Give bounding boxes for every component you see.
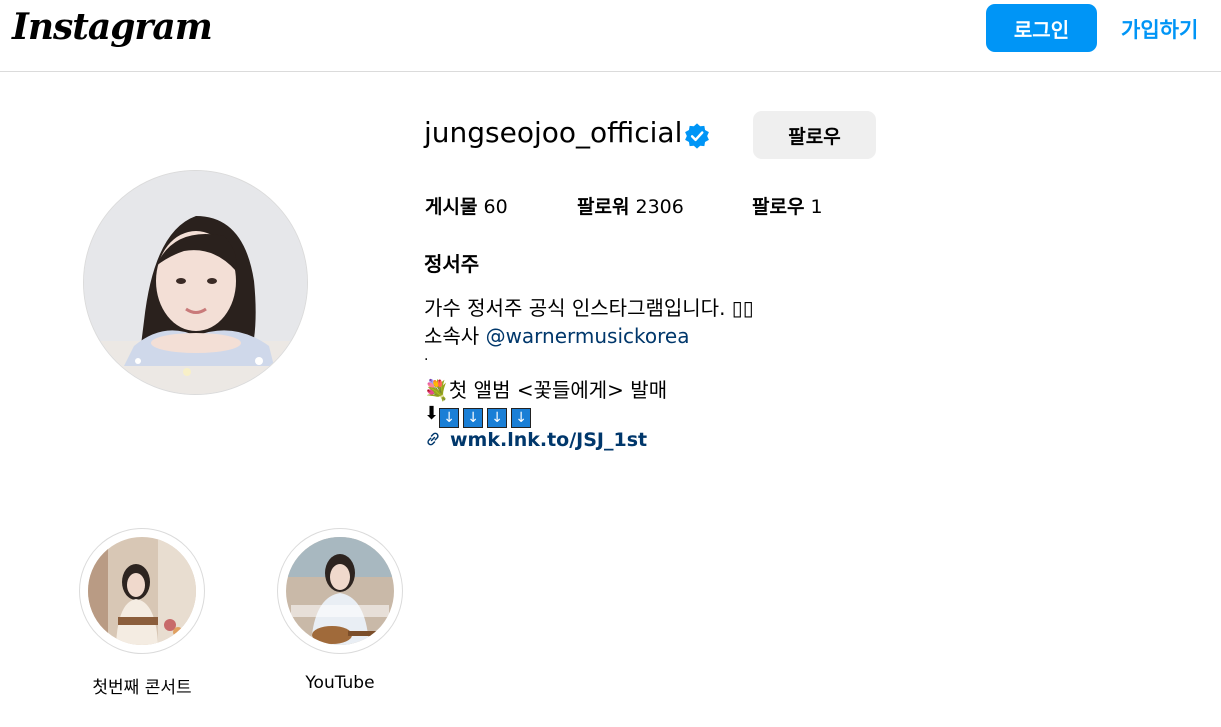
followers-value: 2306 [635, 196, 684, 218]
down-arrow-box-icon: ↓ [463, 408, 484, 428]
down-arrow-box-icon: ↓ [487, 408, 508, 428]
signup-link[interactable]: 가입하기 [1121, 14, 1198, 44]
followers-label: 팔로워 [577, 196, 630, 218]
profile-username: jungseojoo_official [424, 116, 683, 149]
bio-agency-prefix: 소속사 [424, 324, 486, 348]
bouquet-icon: 💐 [424, 378, 449, 402]
highlight-youtube[interactable] [277, 528, 403, 654]
highlight-youtube-label[interactable]: YouTube [240, 673, 440, 693]
highlight-concert-cover [88, 537, 196, 645]
bio-line-3: . [424, 348, 429, 364]
bio-line-1: 가수 정서주 공식 인스타그램입니다. ▯▯ [424, 296, 754, 320]
album-release-text: 첫 앨범 <꽃들에게> 발매 [448, 378, 668, 402]
posts-count: 게시물 60 [425, 192, 508, 219]
profile-avatar[interactable] [83, 170, 308, 395]
link-text: wmk.lnk.to/JSJ_1st [450, 429, 648, 451]
followers-count[interactable]: 팔로워 2306 [577, 192, 684, 219]
top-bar: Instagram 로그인 가입하기 [0, 0, 1221, 72]
agency-mention-link[interactable]: @warnermusickorea [486, 324, 690, 348]
posts-label: 게시물 [425, 196, 478, 218]
bio-line-4: 💐첫 앨범 <꽃들에게> 발매 [424, 374, 667, 403]
instagram-logo[interactable]: Instagram [12, 6, 213, 48]
highlight-youtube-cover [286, 537, 394, 645]
highlight-concert-image [88, 537, 196, 645]
bio-line-2: 소속사 @warnermusickorea [424, 320, 689, 349]
following-value: 1 [810, 196, 823, 218]
profile-external-link[interactable]: wmk.lnk.to/JSJ_1st [424, 429, 647, 451]
following-label: 팔로우 [752, 196, 805, 218]
avatar-photo [84, 171, 307, 394]
login-button[interactable]: 로그인 [986, 4, 1097, 52]
follow-button[interactable]: 팔로우 [753, 111, 876, 159]
down-arrow-box-icon: ↓ [511, 408, 532, 428]
highlight-youtube-image [286, 537, 394, 645]
following-count[interactable]: 팔로우 1 [752, 192, 823, 219]
down-arrow-icon: ⬇ [424, 403, 440, 424]
profile-full-name: 정서주 [424, 252, 480, 276]
down-arrow-box-icon: ↓ [439, 408, 460, 428]
verified-badge-icon [685, 123, 709, 149]
highlight-concert-label[interactable]: 첫번째 콘서트 [42, 673, 242, 698]
bio-line-5: ⬇ ↓ ↓ ↓ ↓ [424, 403, 535, 428]
posts-value: 60 [483, 196, 508, 218]
link-icon [427, 432, 439, 446]
highlight-concert[interactable] [79, 528, 205, 654]
